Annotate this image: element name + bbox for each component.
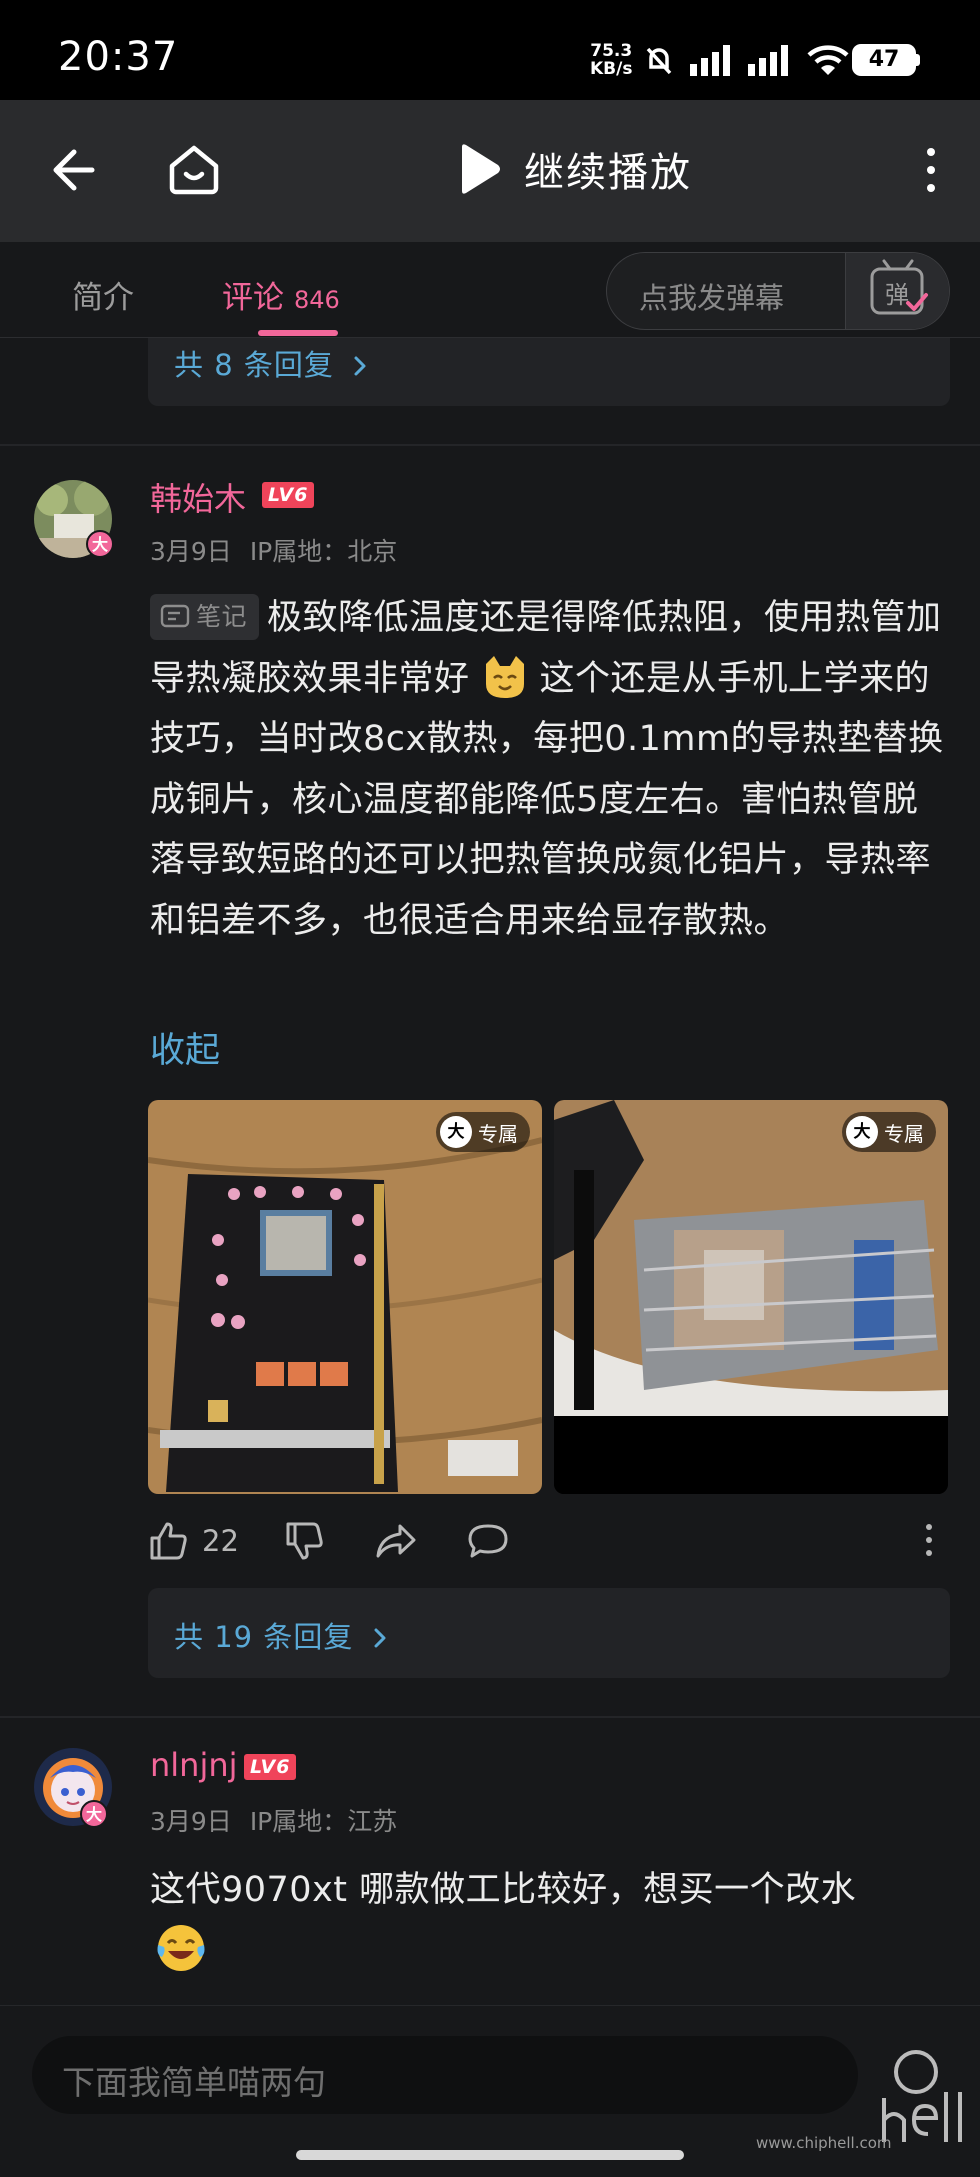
vip-badge: 大 — [86, 530, 114, 558]
net-speed: 75.3 KB/s — [590, 42, 632, 78]
net-speed-value: 75.3 — [590, 41, 633, 61]
note-tag-label: 笔记 — [196, 602, 248, 631]
tab-comments-count: 846 — [294, 286, 340, 314]
collapse-link[interactable]: 收起 — [150, 1022, 220, 1073]
tab-bar: 简介 评论 846 点我发弹幕 弹 — [0, 242, 980, 338]
exclusive-badge-glyph: 大 — [846, 1116, 878, 1148]
comment-text: 这代9070xt 哪款做工比较好，想买一个改水 — [150, 1870, 857, 1910]
back-arrow-icon[interactable] — [46, 144, 98, 196]
net-speed-unit: KB/s — [590, 59, 633, 79]
status-time: 20:37 — [58, 34, 179, 80]
comment-image-2[interactable]: 大 专属 — [554, 1100, 948, 1494]
danmaku-toggle-button[interactable]: 弹 — [845, 253, 949, 329]
comment-meta: 3月9日 IP属地：北京 — [150, 532, 397, 568]
thumb-up-icon[interactable] — [148, 1520, 190, 1562]
exclusive-badge: 大 专属 — [436, 1112, 530, 1152]
video-top-bar: 继续播放 — [0, 100, 980, 242]
signal-icon-1 — [690, 45, 730, 76]
continue-play-button[interactable]: 继续播放 — [456, 140, 692, 198]
comment-date: 3月9日 — [150, 537, 232, 566]
play-icon — [462, 144, 500, 194]
like-count: 22 — [202, 1524, 239, 1558]
thumb-down-icon[interactable] — [284, 1520, 326, 1562]
battery-cap — [916, 54, 920, 66]
signal-icon-2 — [748, 45, 788, 76]
comment-ip: IP属地：北京 — [249, 537, 398, 566]
home-icon[interactable] — [166, 142, 222, 198]
vip-badge: 大 — [80, 1800, 108, 1828]
danmaku-glyph: 弹 — [885, 281, 909, 309]
exclusive-badge: 大 专属 — [842, 1112, 936, 1152]
comment-more-icon[interactable] — [924, 1524, 934, 1556]
status-icons — [642, 40, 850, 80]
comment-divider — [0, 1716, 980, 1718]
home-indicator[interactable] — [296, 2150, 684, 2160]
comment-meta: 3月9日 IP属地：江苏 — [150, 1802, 397, 1838]
comment-divider — [0, 444, 980, 446]
note-tag[interactable]: 笔记 — [150, 594, 260, 640]
wifi-icon — [807, 45, 849, 75]
status-bar: 20:37 75.3 KB/s 47 — [0, 0, 980, 100]
laughing-tears-icon — [157, 1924, 205, 1971]
level-badge: LV6 — [244, 1754, 297, 1780]
chevron-right-icon — [354, 356, 366, 376]
share-icon[interactable] — [374, 1520, 418, 1562]
chevron-right-icon — [374, 1628, 386, 1648]
comment-input[interactable]: 下面我简单喵两句 — [32, 2036, 858, 2114]
battery-indicator: 47 — [852, 44, 916, 76]
tab-active-indicator — [258, 330, 338, 336]
replies-label: 共 19 条回复 — [174, 1620, 354, 1654]
comment-input-placeholder: 下面我简单喵两句 — [62, 2063, 326, 2102]
exclusive-badge-glyph: 大 — [440, 1116, 472, 1148]
danmaku-placeholder: 点我发弹幕 — [639, 281, 785, 315]
danmaku-icon: 弹 — [870, 259, 928, 315]
comment-date: 3月9日 — [150, 1807, 232, 1836]
danmaku-input[interactable]: 点我发弹幕 弹 — [606, 252, 950, 330]
previous-replies-link[interactable]: 共 8 条回复 — [174, 342, 370, 384]
comment-actions: 22 — [148, 1520, 948, 1564]
exclusive-badge-label: 专属 — [478, 1121, 518, 1146]
level-badge: LV6 — [262, 482, 315, 508]
exclusive-badge-label: 专属 — [884, 1121, 924, 1146]
comment-body: 这代9070xt 哪款做工比较好，想买一个改水 — [150, 1860, 950, 1984]
chiphell-watermark-logo — [882, 2050, 962, 2142]
mute-bell-icon — [646, 47, 672, 75]
watermark-url: www.chiphell.com — [756, 2134, 892, 2152]
comment-body: 笔记 极致降低温度还是得降低热阻，使用热管加导热凝胶效果非常好 这个还是从手机上学… — [150, 588, 950, 951]
replies-link[interactable]: 共 19 条回复 — [174, 1614, 390, 1656]
comment-ip: IP属地：江苏 — [249, 1807, 398, 1836]
comment-input-bar: 下面我简单喵两句 www.chiphell.com — [0, 2005, 980, 2177]
note-icon — [160, 604, 190, 628]
previous-replies-label: 共 8 条回复 — [174, 348, 334, 382]
tab-intro[interactable]: 简介 — [72, 272, 134, 317]
more-vertical-icon[interactable] — [916, 148, 946, 196]
comment-username[interactable]: nlnjnj — [150, 1746, 238, 1784]
comment-image-1[interactable]: 大 专属 — [148, 1100, 542, 1494]
comment-username[interactable]: 韩始木 — [150, 474, 246, 520]
tab-comments[interactable]: 评论 846 — [222, 272, 340, 317]
tab-comments-label: 评论 — [222, 280, 284, 316]
reply-bubble-icon[interactable] — [466, 1520, 510, 1562]
cat-face-icon — [485, 655, 524, 698]
continue-play-label: 继续播放 — [524, 150, 692, 196]
comment-text-part2: 这个还是从手机上学来的技巧，当时改8cx散热，每把0.1mm的导热垫替换成铜片，… — [150, 658, 944, 941]
previous-replies-box[interactable]: 共 8 条回复 — [148, 338, 950, 406]
replies-box[interactable]: 共 19 条回复 — [148, 1588, 950, 1678]
